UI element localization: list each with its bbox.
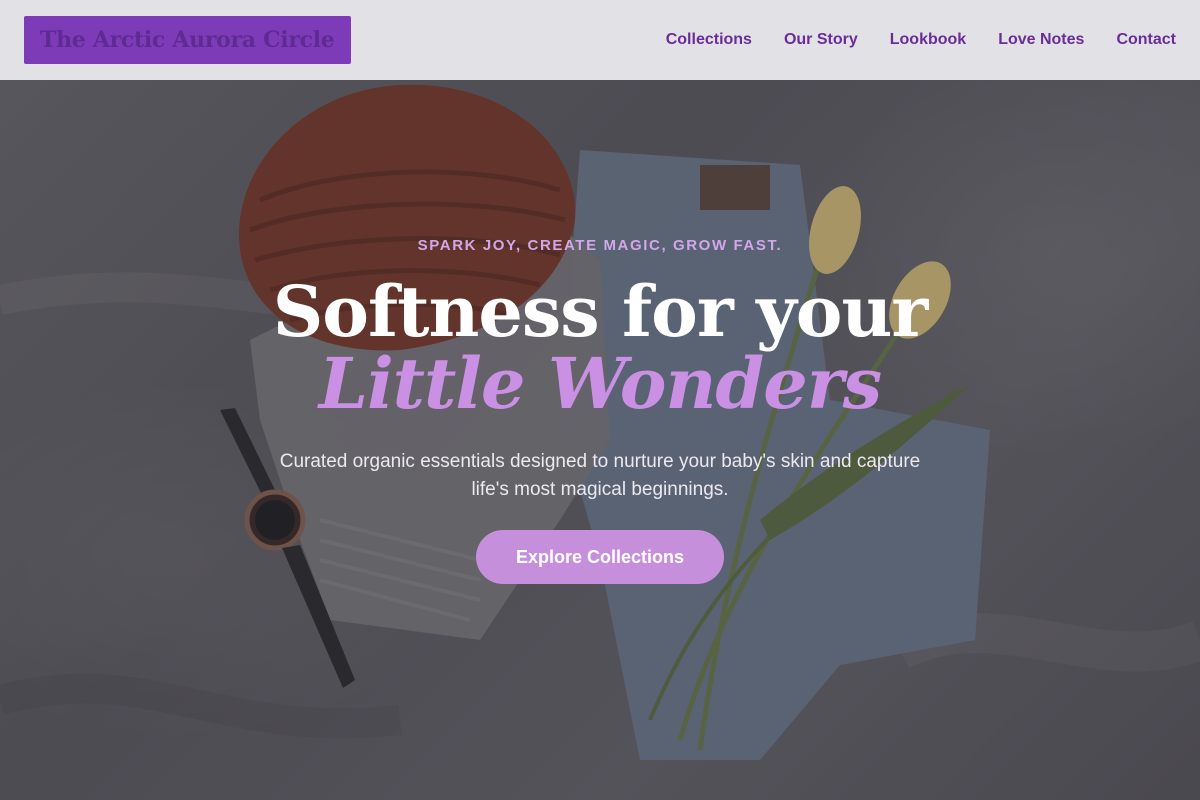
hero-headline-accent: Little Wonders (318, 342, 882, 425)
explore-collections-button[interactable]: Explore Collections (475, 530, 725, 584)
nav-link-lookbook[interactable]: Lookbook (890, 31, 966, 49)
hero-tagline: SPARK JOY, CREATE MAGIC, GROW FAST. (417, 237, 783, 254)
hero-subtext: Curated organic essentials designed to n… (279, 451, 921, 500)
hero-headline: Softness for your Little Wonders (0, 276, 1200, 420)
hero-section: SPARK JOY, CREATE MAGIC, GROW FAST. Soft… (0, 80, 1200, 584)
hero-headline-line1: Softness for your (272, 270, 928, 353)
nav-link-our-story[interactable]: Our Story (784, 31, 858, 49)
nav-link-collections[interactable]: Collections (666, 31, 752, 49)
site-header: The Arctic Aurora Circle Collections Our… (0, 0, 1200, 80)
main-nav: Collections Our Story Lookbook Love Note… (666, 31, 1176, 49)
nav-link-contact[interactable]: Contact (1116, 31, 1176, 49)
brand-logo[interactable]: The Arctic Aurora Circle (24, 16, 351, 64)
nav-link-love-notes[interactable]: Love Notes (998, 31, 1084, 49)
